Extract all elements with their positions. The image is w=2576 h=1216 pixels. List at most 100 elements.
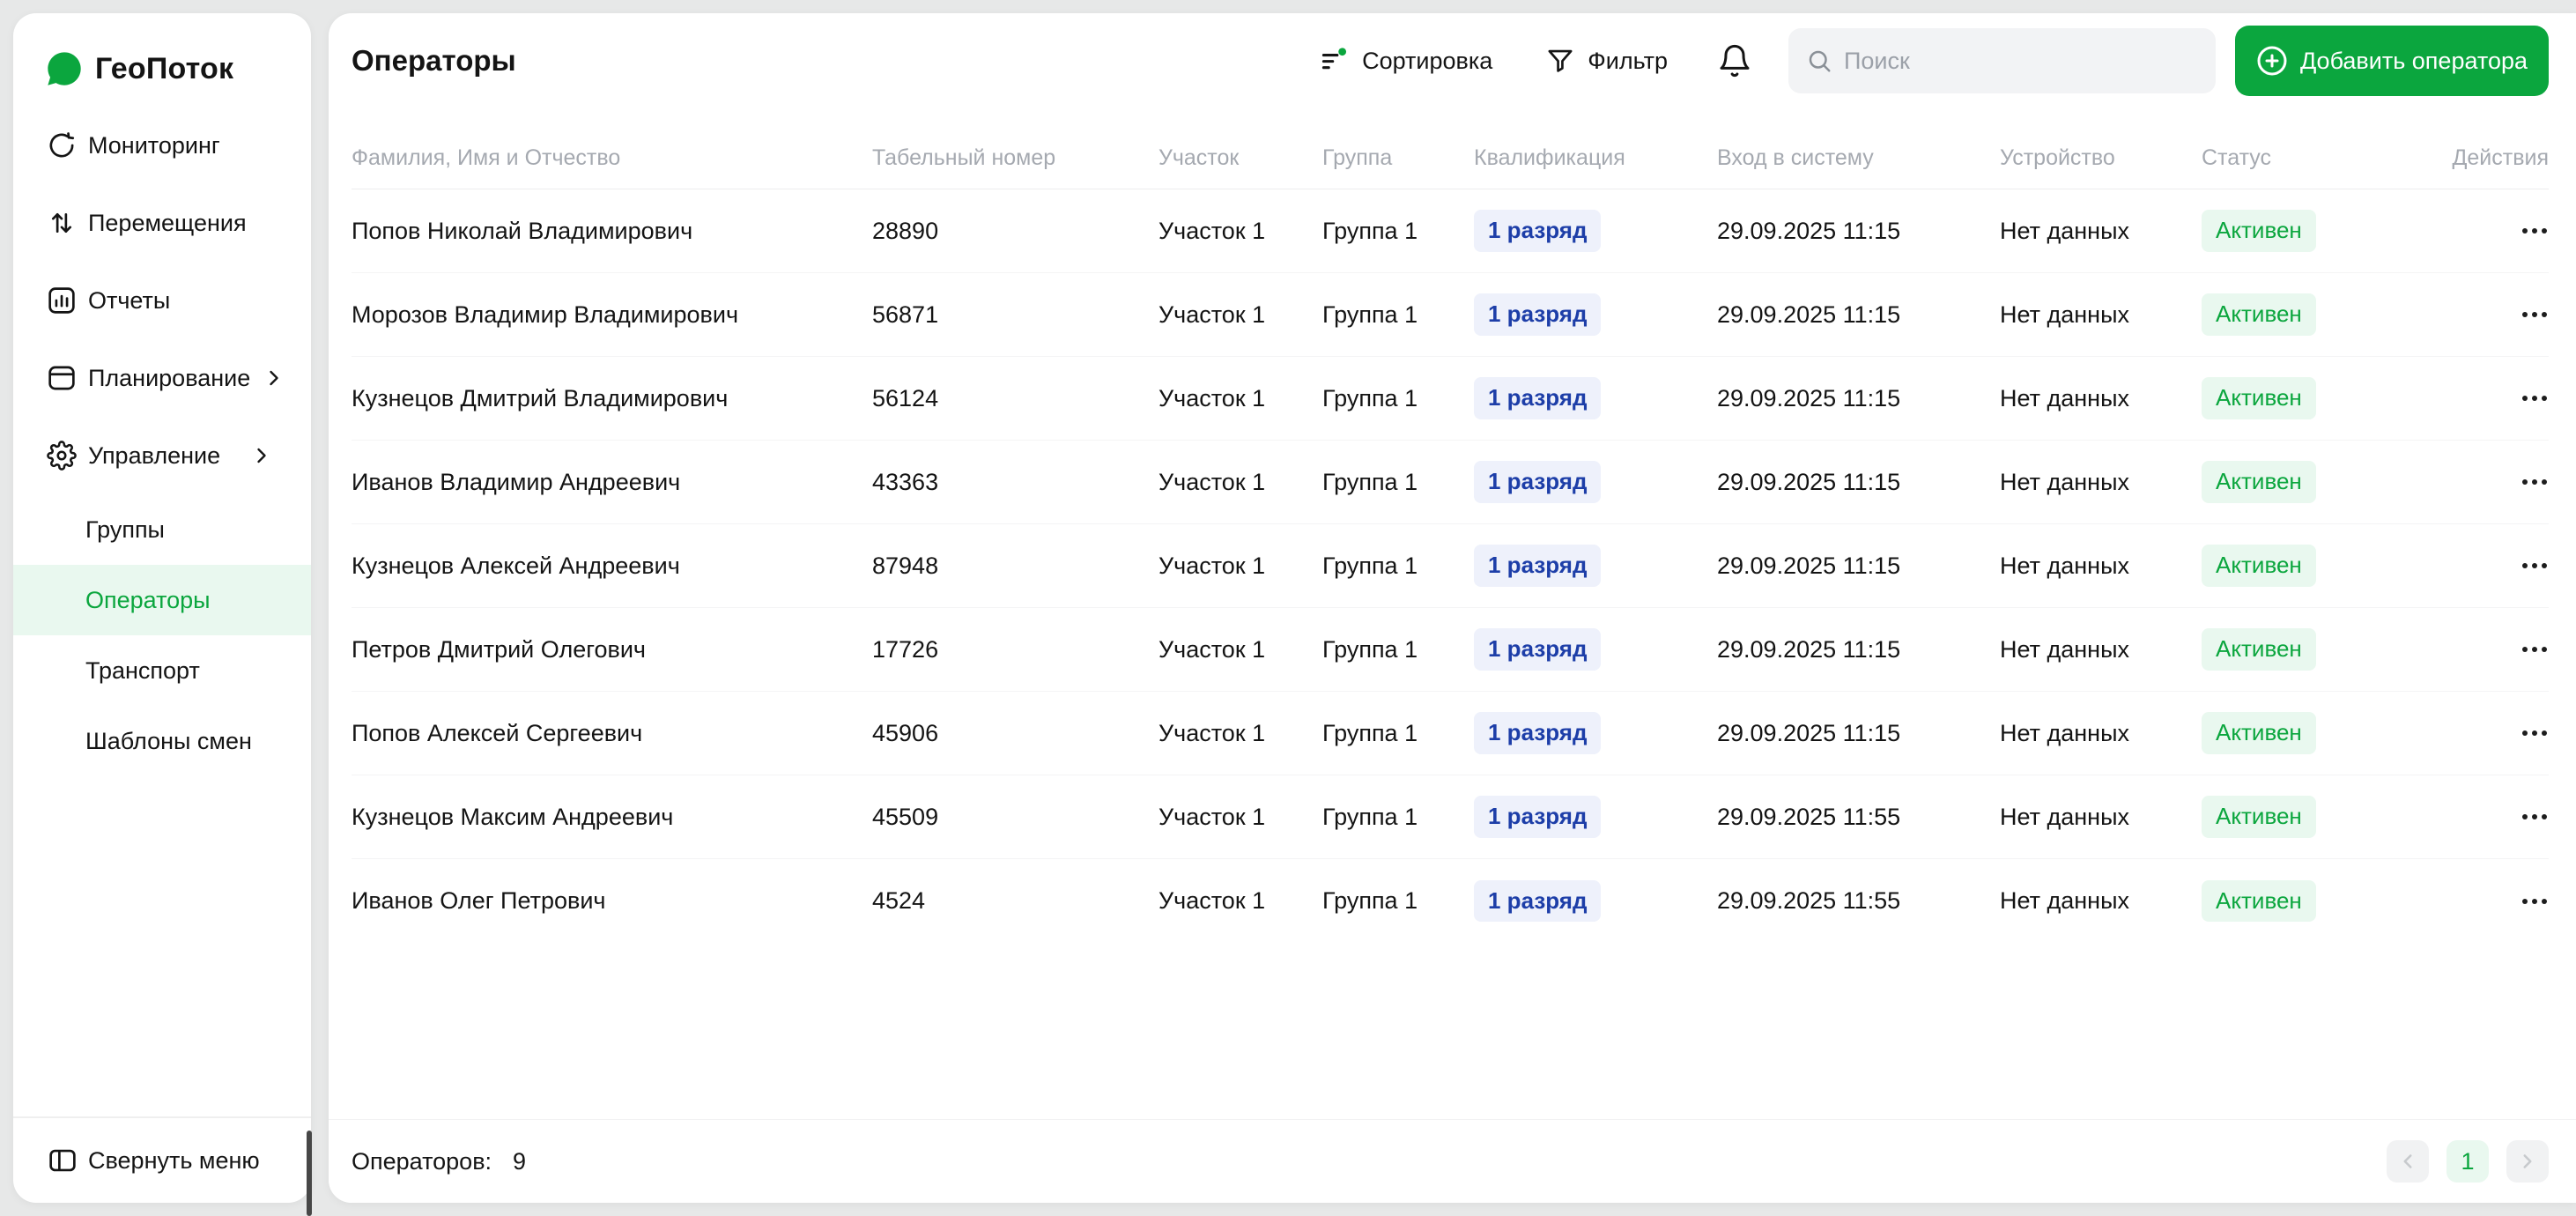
sidebar-item-planning[interactable]: Планирование [13,339,311,417]
prev-page-button[interactable] [2387,1140,2429,1183]
table-row: Иванов Владимир Андреевич 43363 Участок … [352,441,2549,524]
logo-icon [44,48,85,89]
cell-status: Активен [2202,879,2446,923]
operators-count-label: Операторов: [352,1147,492,1175]
cell-actions [2446,305,2549,324]
sidebar-item-label: Мониторинг [88,131,220,159]
sort-button[interactable]: Сортировка [1318,45,1492,77]
add-operator-button[interactable]: Добавить оператора [2234,26,2549,96]
cell-number: 17726 [872,635,939,663]
cell-actions [2446,807,2549,827]
col-qualification-header: Квалификация [1474,145,1625,170]
cell-section: Участок 1 [1158,803,1266,830]
status-badge: Активен [2202,628,2316,671]
cell-device: Нет данных [2000,719,2129,746]
cell-status: Активен [2202,545,2446,587]
cell-actions [2446,389,2549,408]
cell-qualification: 1 разряд [1474,293,1717,336]
operators-count: Операторов: 9 [352,1148,526,1175]
col-status-header: Статус [2202,145,2272,170]
sub-item-label: Группы [85,515,165,543]
qualification-badge: 1 разряд [1474,293,1602,336]
row-actions-button[interactable] [2520,723,2549,743]
notifications-button[interactable] [1717,43,1752,78]
cell-name: Кузнецов Дмитрий Владимирович [352,384,729,412]
sidebar-item-groups[interactable]: Группы [13,494,311,565]
chevron-right-icon [249,443,274,468]
plus-circle-icon [2256,45,2288,77]
cell-login: 29.09.2025 11:15 [1717,552,1901,579]
cell-section: Участок 1 [1158,384,1266,412]
sidebar-item-operators[interactable]: Операторы [13,565,311,635]
cell-number: 45906 [872,719,939,746]
filter-button[interactable]: Фильтр [1545,46,1668,76]
cell-actions [2446,640,2549,659]
sidebar-item-monitoring[interactable]: Мониторинг [13,107,311,184]
row-actions-button[interactable] [2520,305,2549,324]
row-actions-button[interactable] [2520,472,2549,492]
page-title: Операторы [352,44,516,77]
status-badge: Активен [2202,545,2316,587]
sidebar-scrollbar[interactable] [307,1131,312,1216]
next-page-button[interactable] [2506,1140,2549,1183]
gear-icon [47,441,77,471]
cell-group: Группа 1 [1322,719,1418,746]
cell-device: Нет данных [2000,468,2129,495]
sidebar-item-label: Перемещения [88,209,247,236]
sidebar-item-shift-templates[interactable]: Шаблоны смен [13,706,311,776]
row-actions-button[interactable] [2520,892,2549,911]
cell-group: Группа 1 [1322,552,1418,579]
cell-name: Кузнецов Алексей Андреевич [352,552,680,579]
cell-number: 28890 [872,217,939,244]
cell-number: 87948 [872,552,939,579]
sidebar-item-management[interactable]: Управление [13,417,311,494]
chevron-right-icon [2516,1150,2539,1173]
operators-count-value: 9 [513,1147,527,1175]
cell-name: Морозов Владимир Владимирович [352,300,739,328]
cell-qualification: 1 разряд [1474,879,1717,923]
cell-actions [2446,723,2549,743]
col-actions-header: Действия [2452,145,2549,170]
cell-name: Попов Алексей Сергеевич [352,719,643,746]
cell-name: Попов Николай Владимирович [352,217,693,244]
cell-group: Группа 1 [1322,468,1418,495]
cell-section: Участок 1 [1158,300,1266,328]
col-group-header: Группа [1322,145,1393,170]
cell-login: 29.09.2025 11:15 [1717,384,1901,412]
row-actions-button[interactable] [2520,221,2549,241]
sidebar-item-reports[interactable]: Отчеты [13,262,311,339]
sidebar-item-movements[interactable]: Перемещения [13,184,311,262]
operators-table: Фамилия, Имя и Отчество Табельный номер … [329,128,2576,943]
row-actions-button[interactable] [2520,807,2549,827]
row-actions-button[interactable] [2520,640,2549,659]
qualification-badge: 1 разряд [1474,461,1602,503]
cell-qualification: 1 разряд [1474,628,1717,671]
collapse-menu-button[interactable]: Свернуть меню [13,1116,311,1203]
chevron-right-icon [262,366,286,390]
col-number-header: Табельный номер [872,145,1056,170]
cell-section: Участок 1 [1158,217,1266,244]
cell-device: Нет данных [2000,635,2129,663]
sidebar-item-label: Отчеты [88,286,171,314]
cell-login: 29.09.2025 11:15 [1717,217,1901,244]
table-row: Кузнецов Дмитрий Владимирович 56124 Учас… [352,357,2549,441]
table-row: Иванов Олег Петрович 4524 Участок 1 Груп… [352,859,2549,943]
sidebar-item-transport[interactable]: Транспорт [13,635,311,706]
col-login-header: Вход в систему [1717,145,1874,170]
page-toolbar: Операторы Сортировка Фильтр Поиск Добави… [329,13,2576,108]
row-actions-button[interactable] [2520,389,2549,408]
page-number[interactable]: 1 [2446,1140,2489,1183]
row-actions-button[interactable] [2520,556,2549,575]
status-badge: Активен [2202,712,2316,754]
table-row: Кузнецов Максим Андреевич 45509 Участок … [352,775,2549,859]
sidebar-item-label: Управление [88,441,221,469]
sub-item-label: Шаблоны смен [85,727,252,754]
qualification-badge: 1 разряд [1474,712,1602,754]
cell-device: Нет данных [2000,552,2129,579]
cell-login: 29.09.2025 11:55 [1717,803,1901,830]
qualification-badge: 1 разряд [1474,796,1602,838]
cell-qualification: 1 разряд [1474,377,1717,419]
planning-icon [47,363,77,393]
search-input[interactable] [1843,47,2198,75]
cell-status: Активен [2202,293,2446,336]
